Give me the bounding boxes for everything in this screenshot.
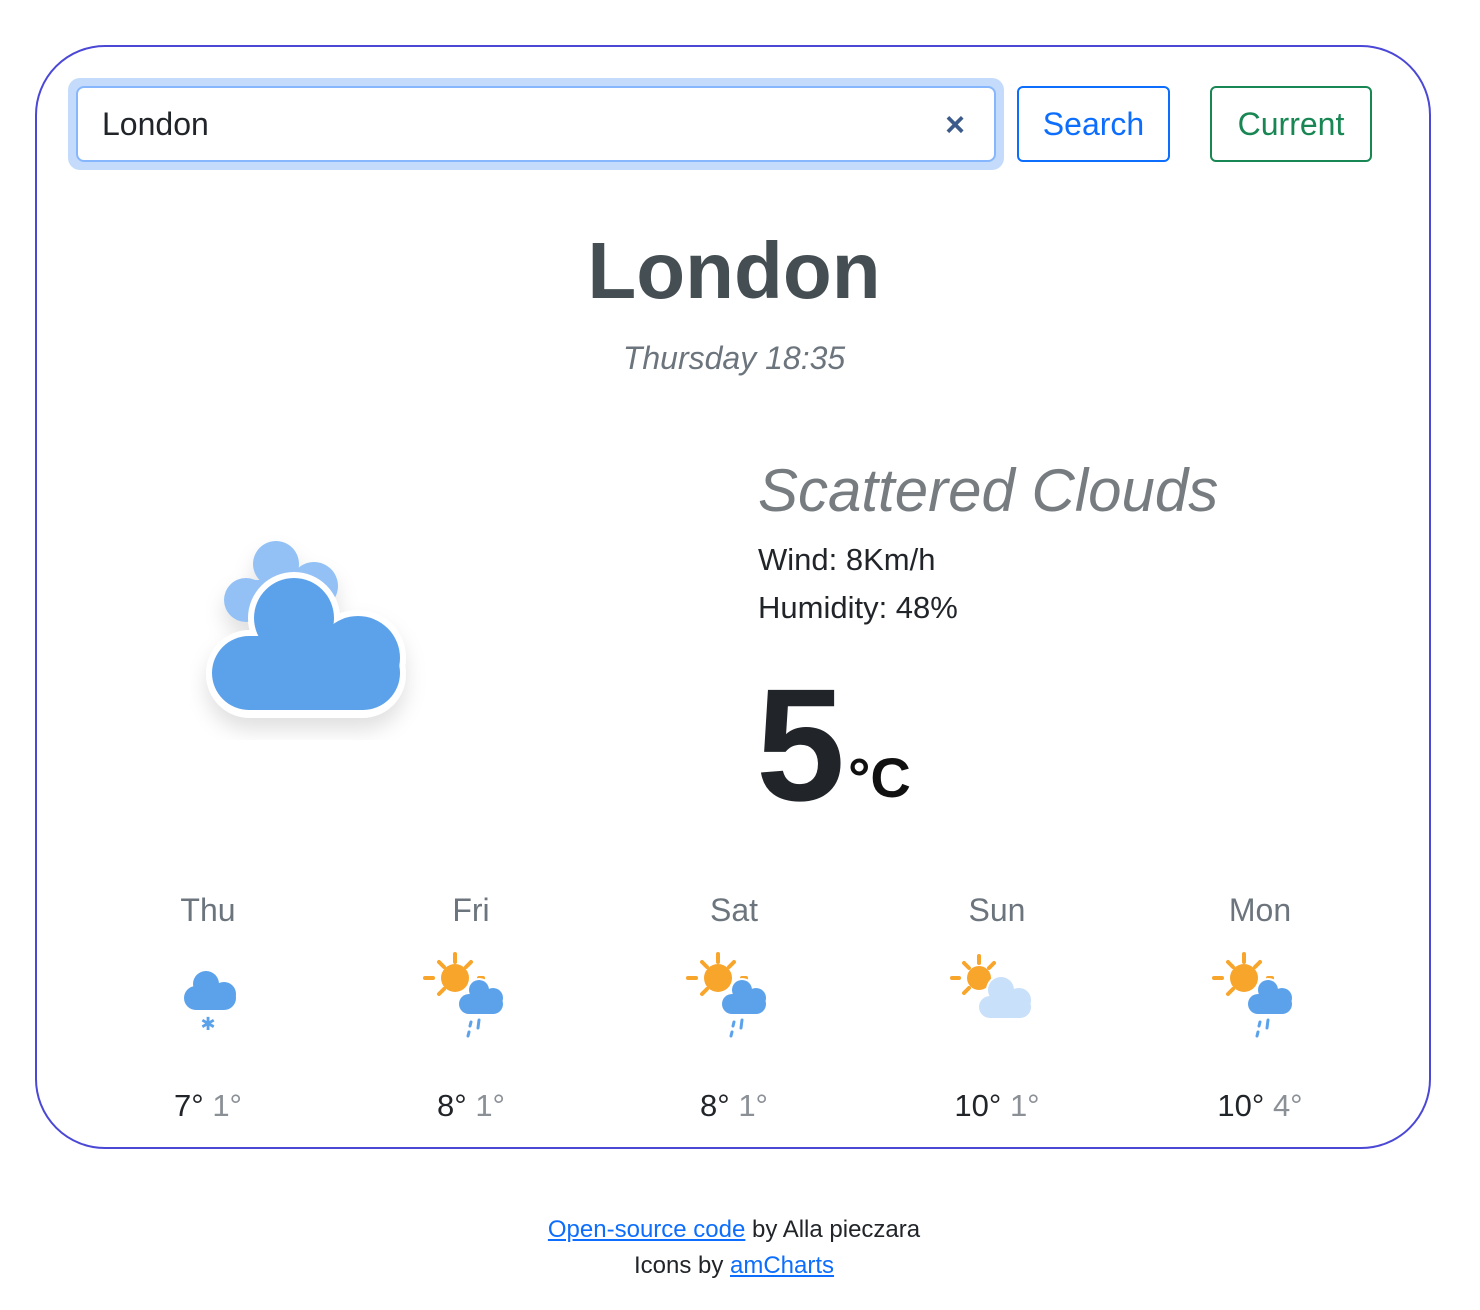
city-name: London bbox=[587, 226, 881, 315]
footer-icons-line: Icons by amCharts bbox=[0, 1248, 1468, 1284]
author-credit: by Alla pieczara bbox=[745, 1216, 921, 1243]
forecast-max-temp: 7° bbox=[174, 1088, 204, 1123]
forecast-day-name: Sat bbox=[709, 892, 759, 928]
clear-icon[interactable]: × bbox=[940, 108, 970, 142]
forecast-day-name: Thu bbox=[180, 892, 236, 928]
forecast-min-temp: 1° bbox=[212, 1088, 242, 1123]
icons-credit: Icons by bbox=[633, 1252, 730, 1279]
temperature-unit[interactable]: °C bbox=[848, 748, 911, 808]
forecast-max-temp: 10° bbox=[954, 1088, 1002, 1123]
forecast-max-temp: 8° bbox=[700, 1088, 730, 1123]
forecast-day-name: Sun bbox=[968, 892, 1026, 928]
wind-speed: Wind: 8Km/h bbox=[758, 542, 936, 577]
open-source-code-link[interactable]: Open-source code bbox=[548, 1216, 745, 1243]
sun-rain-cloud-icon bbox=[686, 952, 766, 1038]
forecast-day: Sun 10° 1° bbox=[917, 890, 1077, 1126]
forecast-max-temp: 8° bbox=[437, 1088, 467, 1123]
svg-text:✱: ✱ bbox=[200, 1014, 215, 1035]
forecast-day-name: Fri bbox=[452, 892, 490, 928]
forecast-max-temp: 10° bbox=[1217, 1088, 1265, 1123]
scattered-clouds-icon bbox=[206, 541, 406, 718]
forecast-day: Fri 8° 1° bbox=[391, 890, 551, 1126]
humidity: Humidity: 48% bbox=[758, 590, 958, 625]
sun-cloud-icon bbox=[950, 954, 1031, 1018]
search-field-wrapper bbox=[68, 78, 1004, 170]
forecast-min-temp: 1° bbox=[475, 1088, 505, 1123]
footer: Open-source code by Alla pieczara Icons … bbox=[0, 1212, 1468, 1284]
forecast-day: Sat 8° 1° bbox=[654, 890, 814, 1126]
forecast-min-temp: 4° bbox=[1272, 1088, 1303, 1123]
footer-credits-line: Open-source code by Alla pieczara bbox=[0, 1212, 1468, 1248]
search-button[interactable]: Search bbox=[1017, 86, 1170, 162]
date-time: Thursday 18:35 bbox=[622, 340, 846, 376]
snow-cloud-icon: ✱ bbox=[184, 971, 236, 1035]
current-location-button[interactable]: Current bbox=[1210, 86, 1372, 162]
city-search-input[interactable] bbox=[76, 86, 996, 162]
forecast-day: Mon 10° 4° bbox=[1180, 890, 1340, 1126]
current-temperature: 5 bbox=[756, 655, 845, 834]
forecast-min-temp: 1° bbox=[1009, 1088, 1040, 1123]
forecast-min-temp: 1° bbox=[738, 1088, 768, 1123]
forecast-day: Thu ✱ 7° 1° bbox=[128, 890, 288, 1126]
sun-rain-cloud-icon bbox=[1212, 952, 1292, 1038]
sun-rain-cloud-icon bbox=[423, 952, 503, 1038]
amcharts-link[interactable]: amCharts bbox=[730, 1252, 834, 1279]
weather-description: Scattered Clouds bbox=[758, 457, 1219, 524]
forecast-day-name: Mon bbox=[1228, 892, 1292, 928]
